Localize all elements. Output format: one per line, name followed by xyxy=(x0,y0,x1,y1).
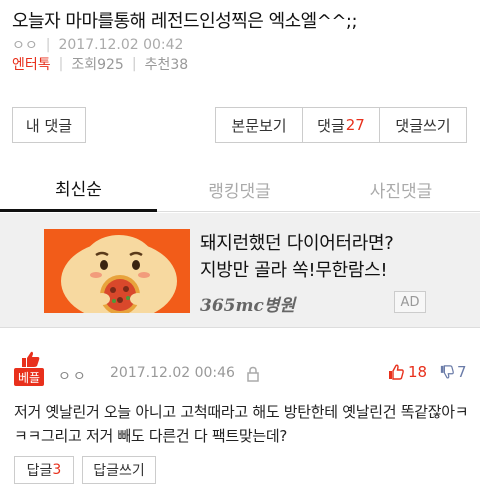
tab-photo[interactable]: 사진댓글 xyxy=(322,166,480,212)
post-info: 엔터톡 | 조회925 | 추천38 xyxy=(12,54,188,74)
ad-line-1: 돼지런했던 다이어터라면? xyxy=(200,233,394,254)
ad-illustration xyxy=(44,229,190,313)
post-meta: ㅇㅇ | 2017.12.02 00:42 xyxy=(12,35,183,55)
post-recommends: 추천38 xyxy=(144,57,189,73)
ad-line-2: 지방만 골라 쏙!무한람스! xyxy=(200,260,388,281)
thumbs-up-icon xyxy=(389,364,404,380)
comment-author: ㅇㅇ xyxy=(58,369,88,385)
reply-count: 3 xyxy=(52,462,62,478)
comment-body: 저거 옛날린거 오늘 아니고 고척때라고 해도 방탄한테 옛날린건 똑같잖아ㅋㅋ… xyxy=(14,403,469,445)
post-category[interactable]: 엔터톡 xyxy=(12,54,51,74)
post-author: ㅇㅇ xyxy=(12,38,38,54)
divider: | xyxy=(58,56,64,72)
upvote-button[interactable]: 18 xyxy=(388,363,427,381)
tab-latest[interactable]: 최신순 xyxy=(0,166,157,212)
lock-icon[interactable] xyxy=(246,366,260,382)
comments-count-button[interactable]: 댓글 27 xyxy=(302,107,380,143)
best-label: 베플 xyxy=(14,368,44,386)
post-title: 오늘자 마마를통해 레전드인성찍은 엑소엘^^;; xyxy=(12,11,358,32)
comments-count: 27 xyxy=(345,116,365,134)
thumbs-up-icon xyxy=(22,351,40,367)
thumbs-down-icon xyxy=(440,365,454,379)
downvote-count: 7 xyxy=(457,363,467,381)
ad-badge: AD xyxy=(394,291,426,313)
post-views: 조회925 xyxy=(71,57,124,73)
divider: | xyxy=(131,56,137,72)
my-comments-button[interactable]: 내 댓글 xyxy=(12,107,86,143)
view-body-button[interactable]: 본문보기 xyxy=(215,107,303,143)
reply-label: 답글 xyxy=(26,463,53,479)
ad-brand-logo: 365mc병원 xyxy=(200,296,296,316)
downvote-button[interactable]: 7 xyxy=(440,363,467,381)
ad-copy[interactable]: 돼지런했던 다이어터라면? 지방만 골라 쏙!무한람스! xyxy=(200,230,440,284)
reply-button[interactable]: 답글 3 xyxy=(14,456,74,484)
comment-date: 2017.12.02 00:46 xyxy=(110,365,235,381)
post-date: 2017.12.02 00:42 xyxy=(58,37,184,53)
comment-sort-tabs: 최신순 랭킹댓글 사진댓글 xyxy=(0,166,480,212)
write-reply-button[interactable]: 답글쓰기 xyxy=(82,456,156,484)
comments-label: 댓글 xyxy=(317,116,345,135)
upvote-count: 18 xyxy=(408,363,428,381)
best-comment-badge: 베플 xyxy=(14,350,44,388)
ad-banner[interactable]: 돼지런했던 다이어터라면? 지방만 골라 쏙!무한람스! 365mc병원 AD xyxy=(0,213,480,328)
divider: | xyxy=(45,37,51,53)
write-comment-button[interactable]: 댓글쓰기 xyxy=(379,107,467,143)
tab-ranking[interactable]: 랭킹댓글 xyxy=(157,166,322,212)
ad-image[interactable] xyxy=(44,229,190,313)
